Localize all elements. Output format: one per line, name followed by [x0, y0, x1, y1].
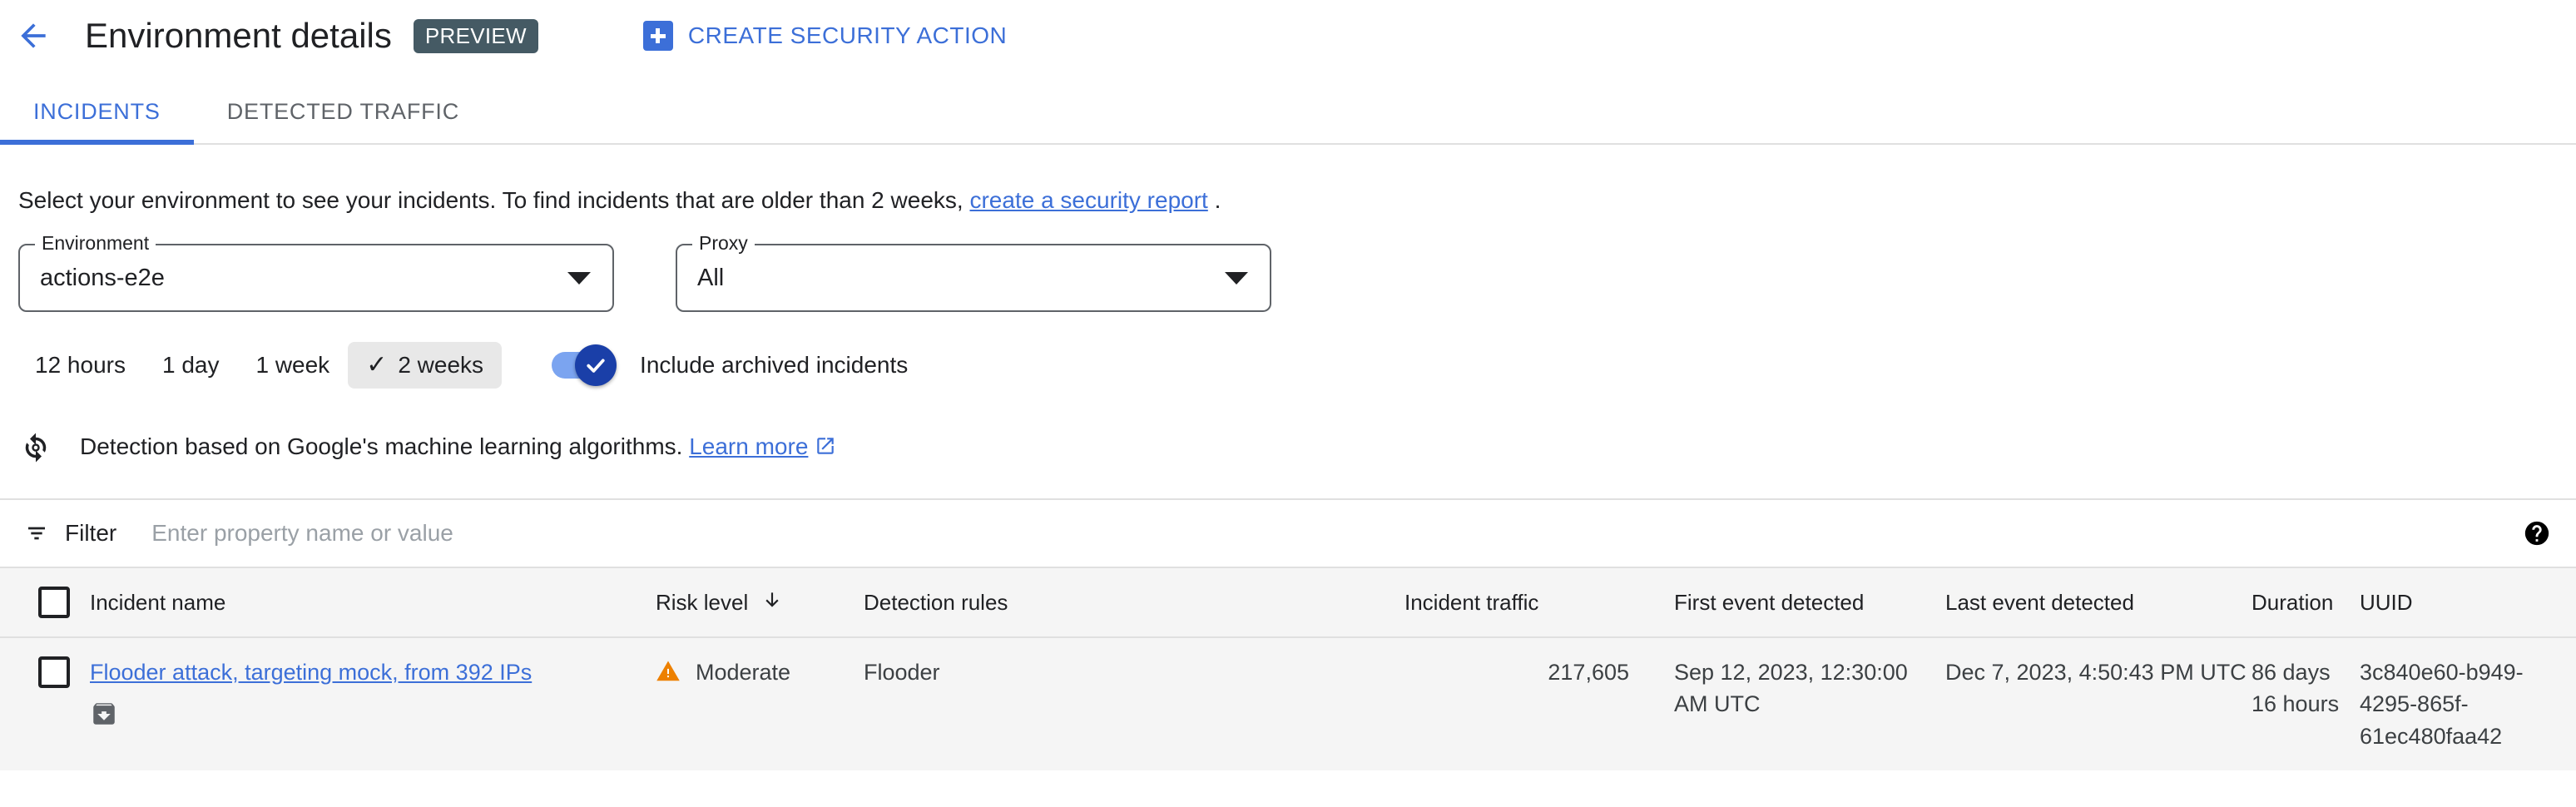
filters-row: Environment actions-e2e Proxy All [0, 212, 2576, 312]
back-button[interactable] [10, 12, 57, 59]
time-range-2-weeks[interactable]: ✓ 2 weeks [348, 342, 502, 389]
cell-incident-name: Flooder attack, targeting mock, from 392… [90, 637, 656, 770]
select-all-header [0, 567, 90, 637]
create-security-report-link[interactable]: create a security report [969, 187, 1207, 213]
table-header-row: Incident name Risk level Detection rules… [0, 567, 2576, 637]
time-range-12-hours-label: 12 hours [35, 354, 126, 377]
time-range-1-week[interactable]: 1 week [237, 343, 348, 388]
incidents-table: Incident name Risk level Detection rules… [0, 567, 2576, 770]
time-range-row: 12 hours 1 day 1 week ✓ 2 weeks Include … [0, 312, 2576, 389]
column-header-uuid[interactable]: UUID [2360, 567, 2576, 637]
warning-triangle-icon [656, 659, 681, 692]
include-archived-toggle[interactable]: Include archived incidents [552, 352, 908, 379]
open-in-new-icon [815, 435, 836, 463]
create-security-action-button[interactable]: CREATE SECURITY ACTION [643, 21, 1007, 51]
time-range-2-weeks-label: 2 weeks [398, 354, 483, 377]
chevron-down-icon [567, 272, 591, 285]
column-header-last-event-detected[interactable]: Last event detected [1945, 567, 2252, 637]
cell-risk-level: Moderate [656, 637, 864, 770]
table-row: Flooder attack, targeting mock, from 392… [0, 637, 2576, 770]
column-header-risk-level[interactable]: Risk level [656, 567, 864, 637]
ml-detection-text: Detection based on Google's machine lear… [80, 433, 836, 463]
cell-incident-traffic: 217,605 [1404, 637, 1629, 770]
add-box-icon [643, 21, 673, 51]
preview-badge: PREVIEW [414, 19, 538, 53]
risk-level-header-content: Risk level [656, 589, 783, 616]
learn-more-link[interactable]: Learn more [689, 433, 808, 459]
time-range-12-hours[interactable]: 12 hours [17, 343, 144, 388]
environment-select-value: actions-e2e [40, 265, 165, 292]
proxy-select-value: All [697, 265, 724, 292]
column-header-duration[interactable]: Duration [2252, 567, 2360, 637]
time-range-1-day-label: 1 day [162, 354, 220, 377]
proxy-select[interactable]: Proxy All [676, 244, 1271, 312]
row-checkbox[interactable] [38, 656, 70, 688]
environment-select[interactable]: Environment actions-e2e [18, 244, 614, 312]
column-header-incident-name[interactable]: Incident name [90, 567, 656, 637]
time-range-1-week-label: 1 week [255, 354, 329, 377]
cell-duration: 86 days 16 hours [2252, 637, 2360, 770]
ml-detection-icon [18, 430, 53, 465]
column-header-detection-rules[interactable]: Detection rules [864, 567, 1404, 637]
risk-level-badge: Moderate [656, 656, 864, 692]
archive-icon[interactable] [90, 700, 656, 736]
arrow-back-icon [15, 17, 52, 54]
row-select-cell [0, 637, 90, 770]
incidents-table-head: Incident name Risk level Detection rules… [0, 567, 2576, 637]
include-archived-toggle-label: Include archived incidents [640, 352, 908, 379]
proxy-select-label: Proxy [692, 234, 755, 253]
incidents-table-body: Flooder attack, targeting mock, from 392… [0, 637, 2576, 770]
risk-level-text: Moderate [696, 656, 790, 688]
tab-incidents[interactable]: INCIDENTS [0, 99, 194, 143]
tab-bar: INCIDENTS DETECTED TRAFFIC [0, 72, 2576, 145]
help-icon[interactable] [2523, 519, 2551, 547]
toggle-knob-check-icon [575, 344, 617, 386]
time-range-1-day[interactable]: 1 day [144, 343, 238, 388]
column-header-first-event-detected[interactable]: First event detected [1629, 567, 1945, 637]
create-security-action-label: CREATE SECURITY ACTION [688, 22, 1007, 49]
filter-bar: Filter [0, 498, 2576, 567]
description-text-before: Select your environment to see your inci… [18, 187, 964, 213]
column-header-incident-traffic[interactable]: Incident traffic [1404, 567, 1629, 637]
chevron-down-icon [1225, 272, 1248, 285]
toggle-track [552, 352, 612, 379]
description-text-after: . [1215, 187, 1221, 213]
environment-select-label: Environment [35, 234, 156, 253]
tab-detected-traffic[interactable]: DETECTED TRAFFIC [194, 99, 493, 143]
description-text: Select your environment to see your inci… [0, 145, 2576, 212]
page-header: Environment details PREVIEW CREATE SECUR… [0, 0, 2576, 72]
select-all-checkbox[interactable] [38, 587, 70, 618]
filter-label: Filter [65, 520, 116, 547]
cell-first-event-detected: Sep 12, 2023, 12:30:00 AM UTC [1629, 637, 1945, 770]
filter-list-icon[interactable] [23, 520, 50, 547]
page-title: Environment details [85, 18, 392, 53]
ml-detection-note: Detection based on Google's machine lear… [0, 389, 2576, 465]
column-header-risk-level-label: Risk level [656, 590, 748, 616]
cell-detection-rules: Flooder [864, 637, 1404, 770]
cell-last-event-detected: Dec 7, 2023, 4:50:43 PM UTC [1945, 637, 2252, 770]
incident-name-link[interactable]: Flooder attack, targeting mock, from 392… [90, 660, 532, 685]
arrow-downward-icon [761, 589, 783, 616]
cell-uuid: 3c840e60-b949-4295-865f-61ec480faa42 [2360, 637, 2576, 770]
ml-detection-sentence: Detection based on Google's machine lear… [80, 433, 682, 459]
check-icon: ✓ [366, 353, 387, 378]
filter-input[interactable] [150, 515, 2523, 552]
